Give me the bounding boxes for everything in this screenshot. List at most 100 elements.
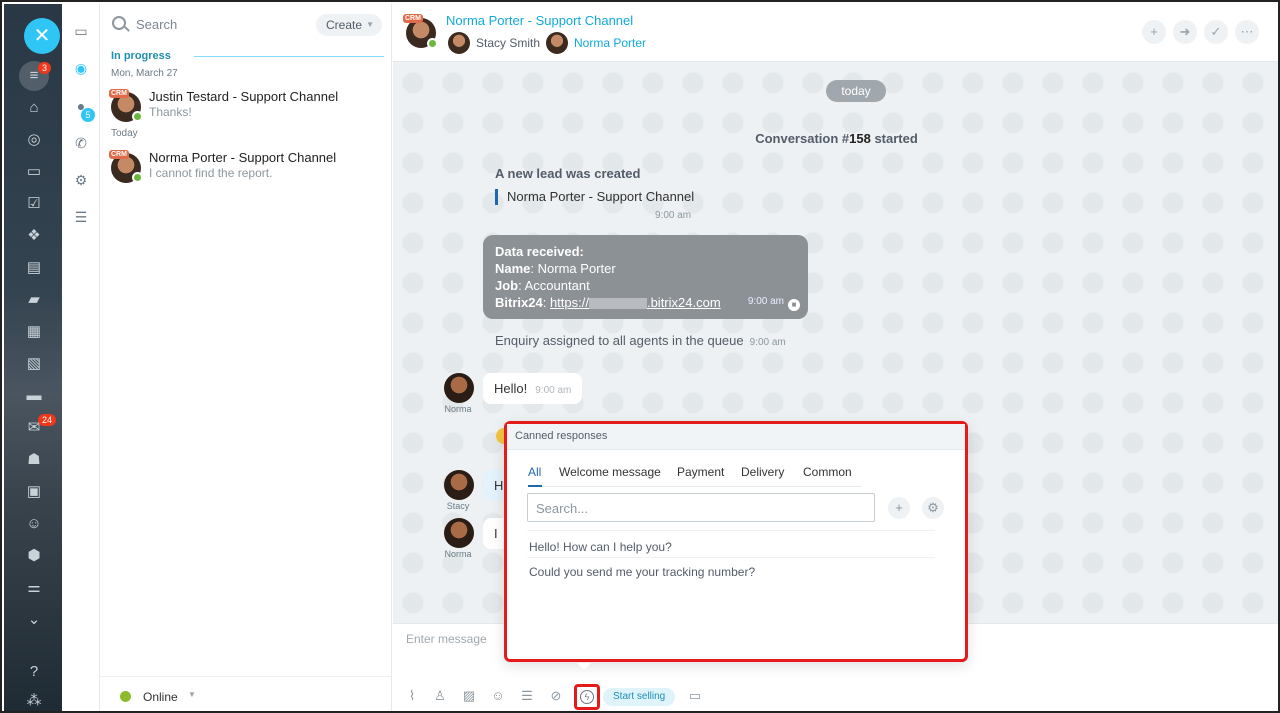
quote-bar — [495, 189, 498, 205]
storage-icon[interactable]: ▬ — [22, 384, 46, 408]
status-selector[interactable]: Online ▼ — [100, 676, 392, 711]
popup-title: Canned responses — [515, 430, 608, 442]
phone-icon[interactable]: ✆ — [71, 133, 91, 153]
hide-icon[interactable]: ⊘ — [547, 687, 565, 705]
lead-link[interactable]: Norma Porter - Support Channel — [507, 189, 694, 204]
cart-icon[interactable]: ▭ — [22, 160, 46, 184]
avatar[interactable] — [546, 32, 568, 54]
user-icon[interactable]: ♙ — [431, 687, 449, 705]
crm-tag: CRM — [109, 150, 129, 159]
avatar — [444, 470, 474, 500]
app-window: ✕ ≡ 3 ⌂ ◎ ▭ ☑ ❖ ▤ ▰ ▦ ▧ ▬ ✉ 24 ☗ ▣ ☺ ⬢ ⚌… — [0, 0, 1280, 713]
document-icon[interactable]: ▧ — [22, 352, 46, 376]
lead-title: A new lead was created — [495, 166, 641, 181]
create-button[interactable]: Create ▼ — [316, 14, 382, 36]
create-label: Create — [326, 18, 363, 32]
chat-title[interactable]: Norma Porter - Support Channel — [446, 13, 633, 28]
list-add-icon[interactable]: ☰ — [71, 207, 91, 227]
chat-list-item[interactable]: CRM Justin Testard - Support Channel Tha… — [100, 84, 392, 128]
avatar[interactable] — [448, 32, 470, 54]
site-prefix: https:// — [549, 295, 589, 310]
settings-sliders-icon[interactable]: ⚌ — [22, 576, 46, 600]
member-name[interactable]: Norma Porter — [574, 36, 646, 50]
message-text: I — [494, 526, 498, 541]
crm-icon[interactable]: ❖ — [22, 224, 46, 248]
member-name[interactable]: Stacy Smith — [476, 36, 540, 50]
date-pill: today — [826, 80, 886, 102]
timestamp: 9:00 am — [749, 337, 786, 348]
crm-tag: CRM — [109, 89, 129, 98]
target-icon[interactable]: ◎ — [22, 128, 46, 152]
site-link[interactable]: https:// .bitrix24.com — [550, 295, 721, 310]
canned-search-input[interactable]: Search... — [527, 493, 875, 522]
structure-icon[interactable]: ⁂ — [22, 689, 46, 711]
tab-bar: All Welcome message Payment Delivery Com… — [528, 465, 862, 487]
feed-badge: 3 — [38, 62, 52, 74]
add-icon[interactable]: + — [1142, 20, 1166, 44]
main-sidebar: ✕ ≡ 3 ⌂ ◎ ▭ ☑ ❖ ▤ ▰ ▦ ▧ ▬ ✉ 24 ☗ ▣ ☺ ⬢ ⚌… — [4, 4, 62, 711]
search-input[interactable]: Search — [136, 17, 177, 32]
chat-title: Norma Porter - Support Channel — [149, 150, 337, 165]
help-icon[interactable]: ? — [22, 660, 46, 684]
start-selling-button[interactable]: Start selling — [603, 688, 676, 706]
messages-icon[interactable]: ▭ — [71, 21, 91, 41]
tasks-icon[interactable]: ☑ — [22, 192, 46, 216]
tab-common[interactable]: Common — [803, 465, 852, 479]
author-name: Stacy — [446, 501, 470, 511]
more-icon[interactable]: ⌄ — [22, 608, 46, 632]
job-value: Accountant — [524, 278, 590, 293]
calendar-icon[interactable]: ▦ — [22, 320, 46, 344]
note-icon[interactable]: ▨ — [460, 687, 478, 705]
site-suffix: .bitrix24.com — [646, 295, 721, 310]
popup-pointer — [577, 663, 591, 670]
status-icon — [132, 111, 143, 122]
data-received-bubble: Data received: Name: Norma Porter Job: A… — [483, 235, 808, 319]
canned-response-item[interactable]: Could you send me your tracking number? — [529, 565, 755, 579]
forward-icon[interactable]: ➜ — [1173, 20, 1197, 44]
lightning-icon: ϟ — [580, 690, 594, 704]
chat-icon[interactable]: ▰ — [22, 288, 46, 312]
message-input[interactable]: Enter message — [406, 632, 487, 646]
chevron-down-icon: ▼ — [366, 20, 374, 29]
canned-responses-button[interactable]: ϟ — [574, 684, 600, 710]
more-icon[interactable]: ⋯ — [1235, 20, 1259, 44]
gear-icon[interactable]: ⚙ — [922, 497, 944, 519]
divider — [527, 557, 935, 558]
contacts-icon[interactable]: ☗ — [22, 448, 46, 472]
open-lines-icon[interactable]: ◉ — [71, 58, 91, 78]
smile-icon[interactable]: ☺ — [489, 687, 507, 705]
robot-icon[interactable]: ☺ — [22, 512, 46, 536]
timestamp: 9:00 am — [535, 385, 572, 396]
check-icon[interactable]: ✓ — [1204, 20, 1228, 44]
date-label: Mon, March 27 — [111, 68, 178, 79]
avatar — [444, 373, 474, 403]
card-icon[interactable]: ▣ — [22, 480, 46, 504]
box-icon[interactable]: ⬢ — [22, 544, 46, 568]
status-label: Online — [143, 690, 178, 704]
divider — [527, 530, 935, 531]
add-response-icon[interactable]: + — [888, 497, 910, 519]
chat-title: Justin Testard - Support Channel — [149, 89, 339, 104]
data-heading: Data received: — [495, 244, 584, 259]
started-suffix: started — [870, 131, 918, 146]
active-tab-indicator — [528, 485, 542, 487]
close-icon[interactable]: ✕ — [24, 18, 60, 54]
attach-icon[interactable]: ⌇ — [403, 687, 421, 705]
timestamp: 9:00 am — [747, 296, 784, 307]
avatar — [444, 518, 474, 548]
home-icon[interactable]: ⌂ — [22, 96, 46, 120]
search-row: Search Create ▼ — [100, 4, 392, 46]
canned-response-item[interactable]: Hello! How can I help you? — [529, 540, 672, 554]
chat-header: CRM Norma Porter - Support Channel Stacy… — [393, 4, 1278, 62]
system-message: Enquiry assigned to all agents in the qu… — [495, 333, 786, 348]
tab-delivery[interactable]: Delivery — [741, 465, 784, 479]
message-text: Hello! — [494, 381, 528, 396]
drive-icon[interactable]: ▤ — [22, 256, 46, 280]
tab-payment[interactable]: Payment — [677, 465, 724, 479]
list-icon[interactable]: ☰ — [518, 687, 536, 705]
chat-list-item[interactable]: CRM Norma Porter - Support Channel I can… — [100, 145, 392, 189]
tab-all[interactable]: All — [528, 465, 541, 479]
screen-icon[interactable]: ▭ — [686, 687, 704, 705]
tab-welcome-message[interactable]: Welcome message — [559, 465, 661, 479]
gear-icon[interactable]: ⚙ — [71, 170, 91, 190]
